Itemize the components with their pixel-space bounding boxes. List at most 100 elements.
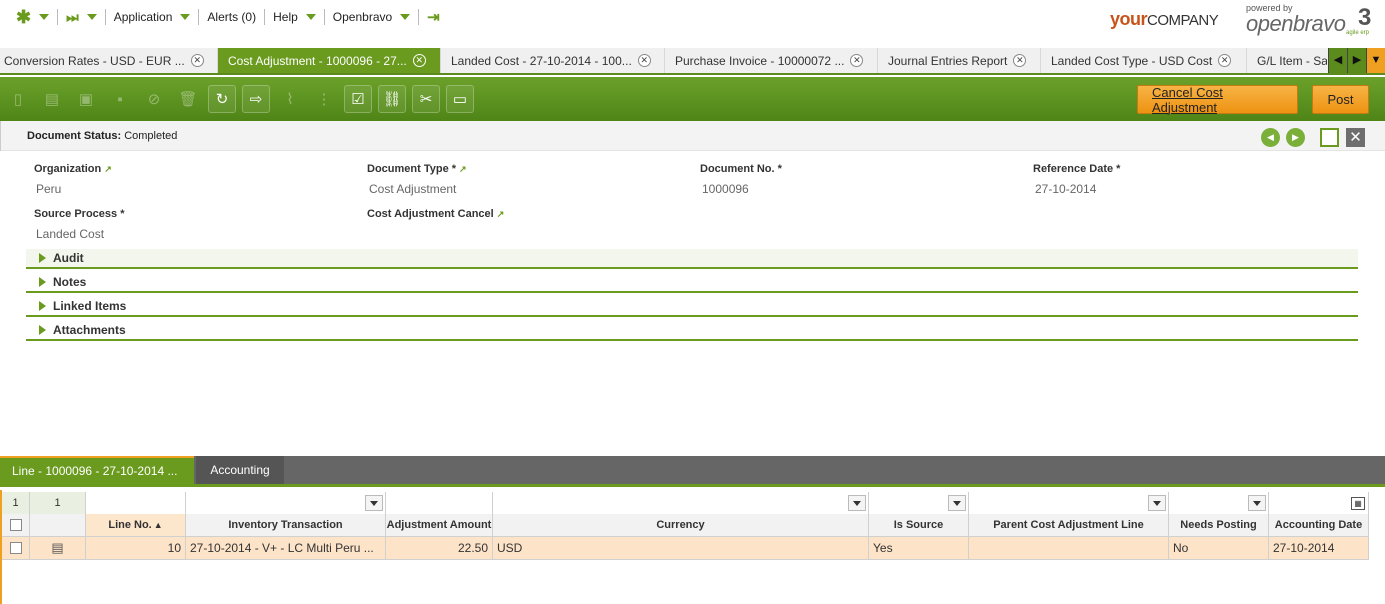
delete-icon[interactable]: 🗑: [174, 85, 202, 113]
cell-line-no[interactable]: 10: [86, 537, 186, 560]
section-notes[interactable]: Notes: [26, 273, 1358, 293]
source-process-field[interactable]: Source Process * Landed Cost: [34, 208, 125, 241]
tab-list-dropdown-icon[interactable]: ▼: [1366, 48, 1385, 73]
filter-adjustment-amount[interactable]: [386, 492, 493, 515]
table-row[interactable]: ▤ 10 27-10-2014 - V+ - LC Multi Peru ...…: [2, 537, 1369, 560]
column-accounting-date[interactable]: Accounting Date: [1269, 514, 1369, 537]
close-form-icon[interactable]: ✕: [1346, 128, 1365, 147]
tab-gl-item[interactable]: G/L Item - Sa: [1247, 48, 1327, 73]
application-menu[interactable]: Application: [106, 6, 199, 28]
save-close-icon[interactable]: ▪: [106, 85, 134, 113]
filter-accounting-date[interactable]: ▦: [1269, 492, 1369, 515]
cell-currency[interactable]: USD: [493, 537, 869, 560]
export-icon[interactable]: ⇨: [242, 85, 270, 113]
cancel-cost-adjustment-button[interactable]: Cancel Cost Adjustment: [1137, 85, 1298, 115]
close-icon[interactable]: ✕: [850, 54, 864, 67]
filter-is-source[interactable]: [869, 492, 969, 515]
section-linked-items[interactable]: Linked Items: [26, 297, 1358, 317]
chevron-down-icon[interactable]: [1248, 495, 1266, 511]
filter-needs-posting[interactable]: [1169, 492, 1269, 515]
help-menu[interactable]: Help: [265, 6, 324, 28]
link-arrow-icon[interactable]: ↗: [459, 164, 467, 174]
organization-field[interactable]: Organization ↗ Peru: [34, 163, 112, 196]
refresh-icon[interactable]: ↻: [208, 85, 236, 113]
select-all-checkbox[interactable]: [9, 519, 22, 531]
tab-journal-entries-report[interactable]: Journal Entries Report ✕: [878, 48, 1041, 73]
undo-icon[interactable]: ⊘: [140, 85, 168, 113]
alerts-link[interactable]: Alerts (0): [199, 6, 264, 28]
chevron-down-icon: [400, 14, 411, 20]
cell-accounting-date[interactable]: 27-10-2014: [1269, 537, 1369, 560]
select-all-checkbox-cell[interactable]: [2, 514, 30, 537]
row-checkbox[interactable]: [9, 542, 22, 554]
expand-arrow-icon: [39, 301, 46, 311]
column-is-source[interactable]: Is Source: [869, 514, 969, 537]
top-menu: ✱ ⏭ Application Alerts (0) Help Openbrav…: [8, 6, 448, 28]
new-document-icon[interactable]: ▯: [4, 85, 32, 113]
next-record-icon[interactable]: ▶: [1286, 128, 1305, 147]
save-icon[interactable]: ▣: [72, 85, 100, 113]
logout-button[interactable]: ⇥: [419, 6, 448, 28]
column-parent-line[interactable]: Parent Cost Adjustment Line: [969, 514, 1169, 537]
tab-cost-adjustment[interactable]: Cost Adjustment - 1000096 - 27... ✕: [218, 48, 441, 73]
previous-record-icon[interactable]: ◀: [1261, 128, 1280, 147]
tab-accounting[interactable]: Accounting: [196, 456, 284, 484]
post-button[interactable]: Post: [1312, 85, 1369, 114]
chevron-down-icon: [305, 14, 316, 20]
new-row-icon[interactable]: ▤: [38, 85, 66, 113]
close-icon[interactable]: ✕: [412, 54, 426, 67]
audit-trail-icon[interactable]: ⋮: [310, 85, 338, 113]
calendar-icon[interactable]: ▦: [1351, 496, 1365, 510]
close-icon[interactable]: ✕: [1013, 54, 1027, 67]
open-record-icon[interactable]: ▤: [30, 537, 86, 560]
openbravo-logo: powered by openbravo 3 agile erp: [1246, 3, 1376, 41]
cell-inventory-transaction[interactable]: 27-10-2014 - V+ - LC Multi Peru ...: [186, 537, 386, 560]
reference-date-field[interactable]: Reference Date * 27-10-2014: [1033, 163, 1120, 196]
tab-landed-cost[interactable]: Landed Cost - 27-10-2014 - 100... ✕: [441, 48, 665, 73]
cell-adjustment-amount[interactable]: 22.50: [386, 537, 493, 560]
section-audit[interactable]: Audit: [26, 249, 1358, 269]
row-checkbox-cell[interactable]: [2, 537, 30, 560]
close-icon[interactable]: ✕: [190, 54, 204, 67]
form-grid-toggle-icon[interactable]: ▭: [446, 85, 474, 113]
print-preview-icon[interactable]: ☑: [344, 85, 372, 113]
column-currency[interactable]: Currency: [493, 514, 869, 537]
tab-scroll-right-icon[interactable]: ▶: [1347, 48, 1366, 73]
link-arrow-icon[interactable]: ↗: [104, 164, 112, 174]
attachment-icon[interactable]: ⌇: [276, 85, 304, 113]
document-status-value: Completed: [124, 130, 178, 142]
column-inventory-transaction[interactable]: Inventory Transaction: [186, 514, 386, 537]
filter-line-no[interactable]: [86, 492, 186, 515]
link-arrow-icon[interactable]: ↗: [497, 209, 505, 219]
column-adjustment-amount[interactable]: Adjustment Amount: [386, 514, 493, 537]
maximize-icon[interactable]: [1320, 128, 1339, 147]
chevron-down-icon[interactable]: [948, 495, 966, 511]
cell-needs-posting[interactable]: No: [1169, 537, 1269, 560]
filter-parent-line[interactable]: [969, 492, 1169, 515]
filter-currency[interactable]: [493, 492, 869, 515]
link-icon[interactable]: ⛓: [378, 85, 406, 113]
workspace-menu[interactable]: ✱: [8, 6, 57, 28]
cost-adjustment-cancel-field[interactable]: Cost Adjustment Cancel ↗: [367, 208, 504, 227]
section-attachments[interactable]: Attachments: [26, 321, 1358, 341]
tab-scroll-left-icon[interactable]: ◀: [1328, 48, 1347, 73]
document-no-field[interactable]: Document No. * 1000096: [700, 163, 782, 196]
column-needs-posting[interactable]: Needs Posting: [1169, 514, 1269, 537]
close-icon[interactable]: ✕: [637, 54, 651, 67]
chevron-down-icon[interactable]: [1148, 495, 1166, 511]
chevron-down-icon[interactable]: [848, 495, 866, 511]
cell-parent-line[interactable]: [969, 537, 1169, 560]
tab-landed-cost-type[interactable]: Landed Cost Type - USD Cost ✕: [1041, 48, 1247, 73]
cell-is-source[interactable]: Yes: [869, 537, 969, 560]
tab-purchase-invoice[interactable]: Purchase Invoice - 10000072 ... ✕: [665, 48, 878, 73]
close-icon[interactable]: ✕: [1218, 54, 1232, 67]
document-type-field[interactable]: Document Type * ↗ Cost Adjustment: [367, 163, 467, 196]
tab-lines[interactable]: Line - 1000096 - 27-10-2014 ...: [0, 456, 194, 484]
column-line-no[interactable]: Line No. ▲: [86, 514, 186, 537]
tools-icon[interactable]: ✂: [412, 85, 440, 113]
filter-inventory-transaction[interactable]: [186, 492, 386, 515]
tab-conversion-rates[interactable]: Conversion Rates - USD - EUR ... ✕: [0, 48, 218, 73]
chevron-down-icon[interactable]: [365, 495, 383, 511]
user-menu[interactable]: Openbravo: [325, 6, 418, 28]
quick-launch-menu[interactable]: ⏭: [58, 6, 105, 28]
